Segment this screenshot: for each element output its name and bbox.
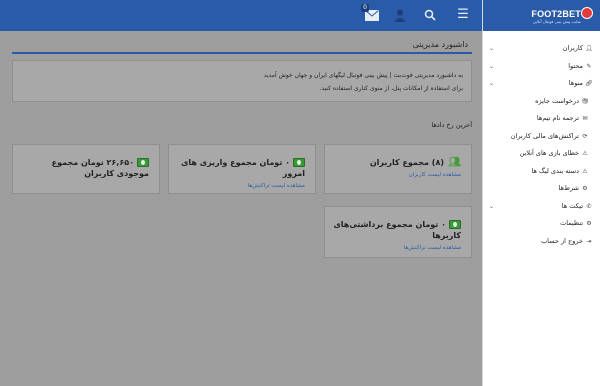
pencil-icon: ✎ (586, 62, 592, 70)
sidebar-item-transactions[interactable]: ⟳تراکنش‌های مالی کاربران (483, 128, 600, 146)
site-logo[interactable]: FOOT2BET سایت پیش بینی فوتبال آنلاین (495, 5, 595, 27)
sidebar-item-label: خروج از حساب (541, 236, 583, 245)
sidebar-item-label: تیکت ها (561, 201, 583, 210)
sidebar-item-label: ترجمه نام تیم‌ها (536, 114, 579, 122)
welcome-line-1: به داشبورد مدیریتی فوت‌بت | پیش بینی فوت… (263, 72, 463, 79)
sidebar-item-users[interactable]: 👤︎کاربران ⌄ (483, 40, 600, 58)
ball-icon (581, 7, 593, 19)
chevron-down-icon: ⌄ (489, 202, 495, 210)
card-total-users: 👥︎ (۸) مجموع کاربران مشاهده لیست کاربران (324, 144, 472, 194)
money-icon (137, 158, 149, 167)
chevron-down-icon: ⌄ (489, 80, 495, 87)
sidebar-item-label: دسته بندی لیگ ها (531, 166, 579, 175)
welcome-line-2: برای استفاده از امکانات پنل، از منوی کنا… (319, 85, 463, 92)
logout-icon: ⇥ (586, 237, 592, 245)
gift-icon: 🎁︎ (581, 97, 589, 105)
mail-icon[interactable]: 0 (361, 4, 380, 23)
chevron-down-icon: ⌄ (489, 45, 495, 52)
users-icon: 👥︎ (448, 156, 461, 168)
sidebar-item-label: خطای بازی های آنلاین (519, 149, 579, 157)
sidebar-item-prize-request[interactable]: 🎁︎درخواست جایزه (483, 93, 600, 111)
card-value: (۸) مجموع کاربران (369, 158, 444, 167)
gear-icon: ⚙ (582, 185, 588, 192)
hamburger-menu-icon[interactable]: ☰ (455, 7, 471, 23)
sidebar-item-tickets[interactable]: ✆تیکت ها ⌄ (483, 198, 600, 216)
mail-count-badge: 0 (361, 4, 369, 12)
page-title: داشبورد مدیریتی (412, 40, 468, 49)
recent-events-title: آخرین رخ دادها (431, 121, 472, 129)
card-today-deposits: ۰ تومان مجموع واریزی های امروز مشاهده لی… (168, 144, 316, 194)
card-link-users[interactable]: مشاهده لیست کاربران (331, 172, 461, 178)
sidebar-item-label: تراکنش‌های مالی کاربران (510, 131, 579, 140)
sidebar-item-menus[interactable]: 🔗︎منوها ⌄ (483, 75, 600, 93)
welcome-box: به داشبورد مدیریتی فوت‌بت | پیش بینی فوت… (12, 60, 472, 102)
sidebar-nav: 👤︎کاربران ⌄ ✎محتوا ⌄ 🔗︎منوها ⌄ 🎁︎درخواست… (483, 40, 600, 250)
sidebar-item-label: منوها (568, 79, 583, 87)
title-divider (12, 52, 472, 54)
card-link-transactions[interactable]: مشاهده لیست تراکنش‌ها (175, 183, 305, 189)
card-total-withdrawals: ۰ تومان مجموع برداشتی‌های کاربرها مشاهده… (324, 206, 472, 258)
refresh-icon: ⟳ (582, 132, 588, 140)
user-icon: 👤︎ (585, 45, 593, 52)
card-link-transactions[interactable]: مشاهده لیست تراکنش‌ها (331, 245, 461, 251)
sidebar-item-settings[interactable]: ⚙تنظیمات (483, 215, 600, 233)
money-icon (449, 220, 461, 229)
link-icon: 🔗︎ (585, 80, 593, 87)
sidebar-item-label: کاربران (562, 44, 583, 52)
sidebar-item-team-translation[interactable]: ✉ترجمه نام تیم‌ها (483, 110, 600, 128)
card-users-balance: ۲۶,۶۵۰ تومان مجموع موجودی کاربران (12, 144, 160, 194)
logo-tagline: سایت پیش بینی فوتبال آنلاین (532, 19, 581, 24)
sidebar-item-label: تنظیمات (560, 219, 583, 227)
card-value: ۲۶,۶۵۰ تومان مجموع موجودی کاربران (51, 158, 149, 178)
money-icon (293, 158, 305, 167)
envelope-icon: ✉ (582, 115, 588, 122)
sidebar-item-label: درخواست جایزه (535, 96, 579, 105)
card-value: ۰ تومان مجموع واریزی های امروز (181, 158, 305, 178)
logo-bar: FOOT2BET سایت پیش بینی فوتبال آنلاین (483, 0, 600, 31)
sidebar-item-bets[interactable]: ⚙شرط‌ها (483, 180, 600, 198)
logo-text: FOOT2BET (531, 9, 581, 19)
sidebar-item-online-errors[interactable]: ⚠خطای بازی های آنلاین (483, 145, 600, 163)
top-bar: ☰ 0 (0, 0, 482, 31)
sidebar-item-logout[interactable]: ⇥خروج از حساب (483, 233, 600, 251)
sidebar-item-label: شرط‌ها (558, 184, 579, 192)
ticket-icon: ✆ (586, 202, 592, 210)
sidebar: FOOT2BET سایت پیش بینی فوتبال آنلاین 👤︎ک… (482, 0, 600, 386)
card-value: ۰ تومان مجموع برداشتی‌های کاربرها (333, 220, 461, 240)
sidebar-item-label: محتوا (568, 61, 583, 70)
chevron-down-icon: ⌄ (489, 62, 495, 70)
gears-icon: ⚙ (586, 220, 592, 227)
warning-icon: ⚠ (582, 167, 588, 175)
warning-icon: ⚠ (582, 150, 588, 157)
sidebar-item-content[interactable]: ✎محتوا ⌄ (483, 58, 600, 76)
user-icon[interactable] (392, 7, 408, 23)
sidebar-item-league-categories[interactable]: ⚠دسته بندی لیگ ها (483, 163, 600, 181)
search-icon[interactable] (422, 7, 438, 23)
